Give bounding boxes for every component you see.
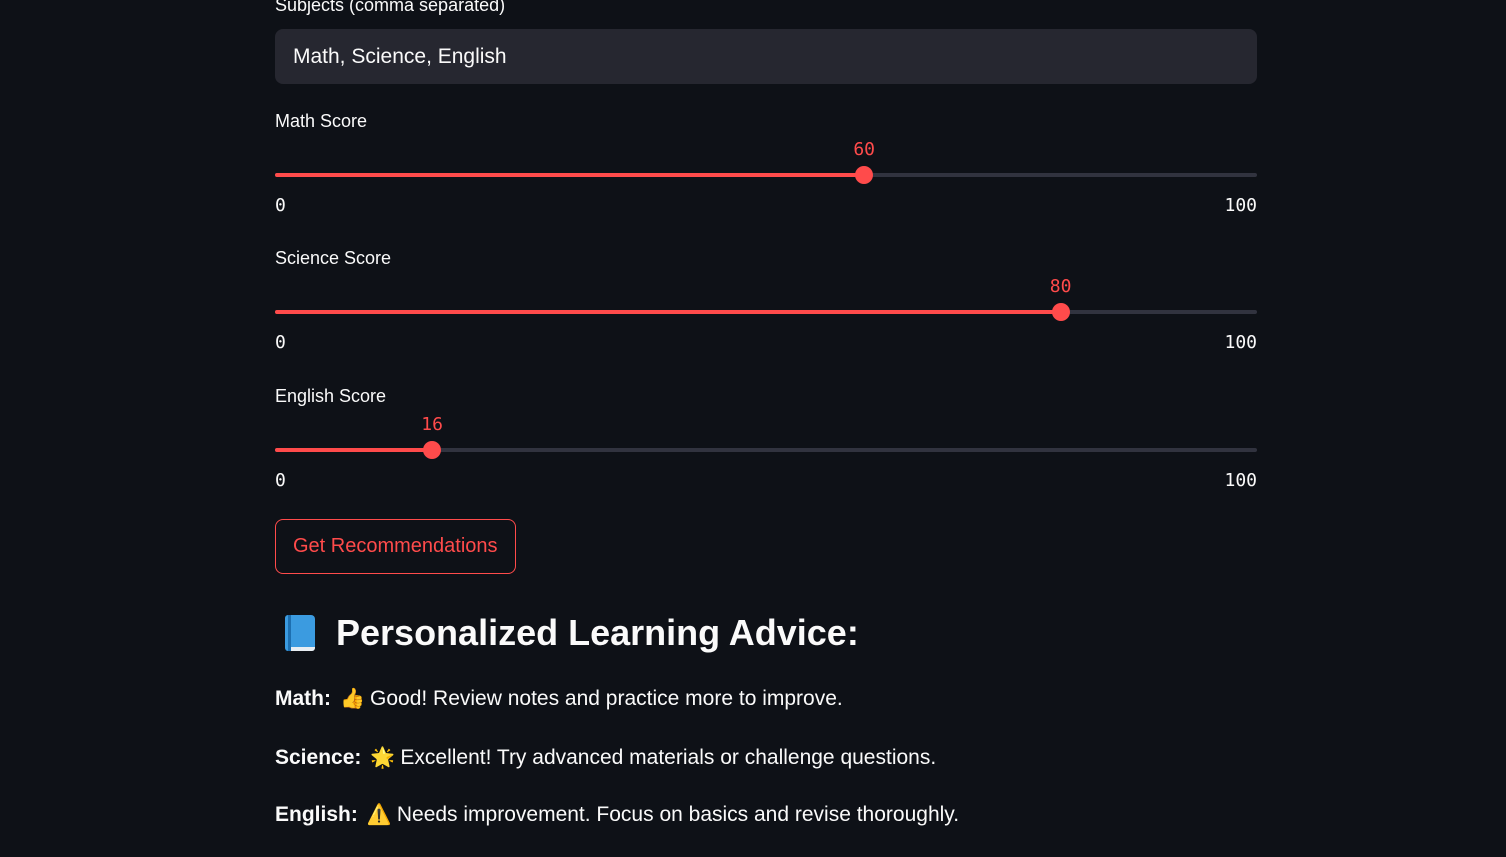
get-recommendations-button[interactable]: Get Recommendations <box>275 519 516 574</box>
science-score-slider[interactable]: 80 0 100 <box>275 276 1257 390</box>
advice-subject: Math: <box>275 686 331 710</box>
sun-icon: 🌟 <box>370 747 396 769</box>
slider-fill <box>275 448 433 452</box>
advice-subject: English: <box>275 802 358 826</box>
slider-thumb[interactable] <box>423 441 442 459</box>
advice-heading-text: Personalized Learning Advice: <box>336 612 859 653</box>
advice-subject: Science: <box>275 745 362 769</box>
subjects-input[interactable] <box>275 29 1257 84</box>
math-score-slider[interactable]: 60 0 100 <box>275 139 1257 253</box>
slider-max: 100 <box>1224 470 1257 491</box>
slider-thumb[interactable] <box>1051 303 1070 321</box>
science-score-label: Science Score <box>275 248 392 268</box>
slider-value: 16 <box>421 414 443 435</box>
slider-max: 100 <box>1224 332 1257 353</box>
math-score-label: Math Score <box>275 111 368 131</box>
advice-text: Good! Review notes and practice more to … <box>370 686 843 710</box>
slider-value: 80 <box>1049 276 1072 297</box>
slider-thumb[interactable] <box>855 166 874 184</box>
slider-value: 60 <box>853 139 876 160</box>
slider-fill <box>275 173 865 177</box>
advice-item-math: Math: 👍 Good! Review notes and practice … <box>275 686 843 711</box>
advice-text: Excellent! Try advanced materials or cha… <box>400 745 937 769</box>
advice-item-english: English: ⚠️ Needs improvement. Focus on … <box>275 802 959 827</box>
advice-item-science: Science: 🌟 Excellent! Try advanced mater… <box>275 745 936 770</box>
advice-heading: Personalized Learning Advice: <box>275 612 859 654</box>
warning-icon: ⚠️ <box>366 804 392 826</box>
thumbs-up-icon: 👍 <box>340 688 365 710</box>
advice-text: Needs improvement. Focus on basics and r… <box>396 802 960 826</box>
slider-fill <box>275 310 1061 314</box>
blue-book-icon <box>285 615 315 651</box>
subjects-label: Subjects (comma separated) <box>275 0 506 15</box>
slider-min: 0 <box>275 470 286 491</box>
slider-min: 0 <box>275 195 286 216</box>
english-score-slider[interactable]: 16 0 100 <box>275 414 1257 528</box>
slider-max: 100 <box>1224 195 1257 216</box>
slider-min: 0 <box>275 332 286 353</box>
english-score-label: English Score <box>275 386 387 406</box>
